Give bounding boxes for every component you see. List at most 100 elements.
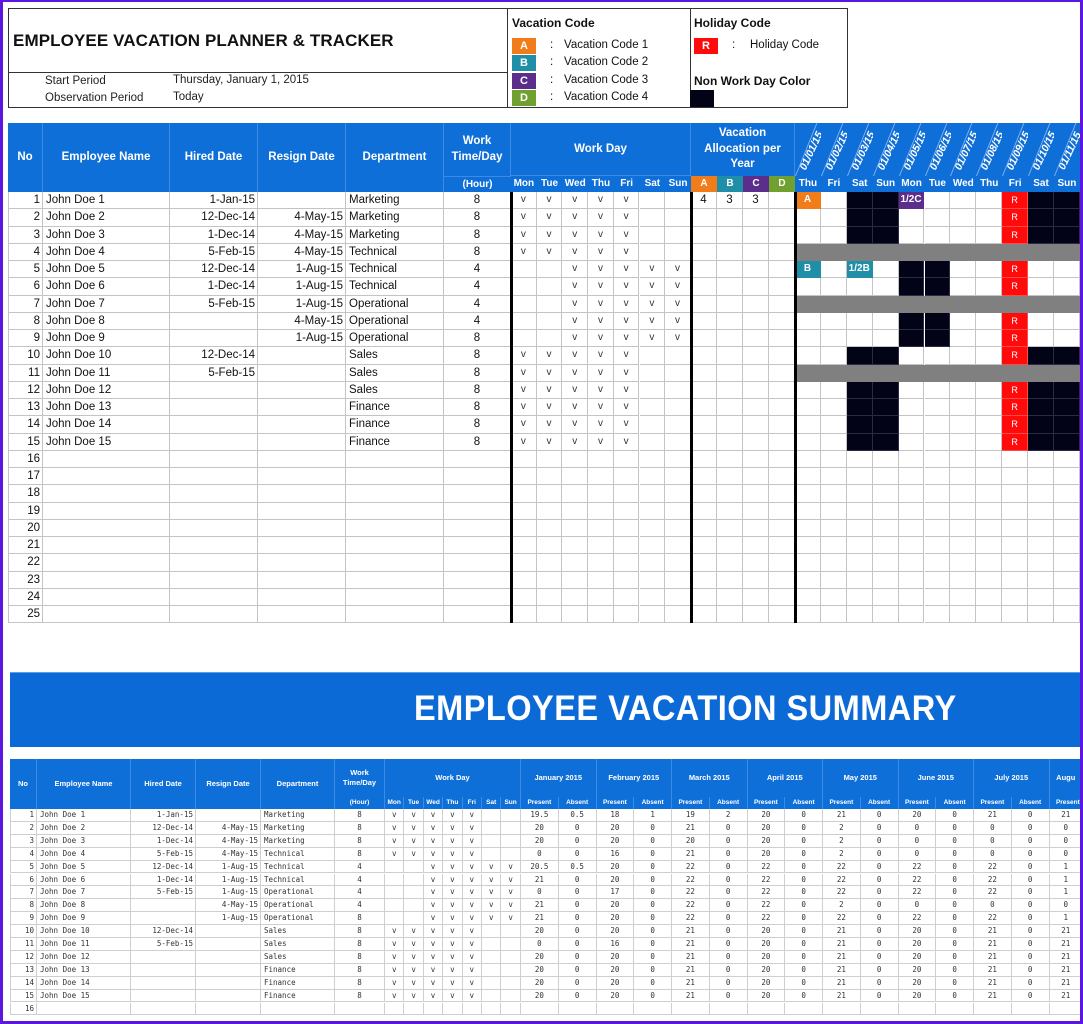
- present-cell[interactable]: 20: [521, 976, 559, 990]
- resign-date-cell[interactable]: 4-May-15: [258, 243, 346, 261]
- workday-check-cell[interactable]: [639, 519, 666, 537]
- calendar-cell[interactable]: [1028, 468, 1054, 486]
- workday-check-cell[interactable]: [511, 571, 537, 589]
- allocation-cell[interactable]: [717, 399, 743, 417]
- summary-dept-cell[interactable]: Technical: [261, 847, 335, 861]
- present-cell[interactable]: 21: [823, 938, 861, 951]
- resign-date-cell[interactable]: [258, 485, 346, 503]
- row-number[interactable]: 10: [8, 347, 43, 365]
- summary-workday-cell[interactable]: [501, 989, 521, 1003]
- workday-check-cell[interactable]: [613, 588, 640, 606]
- workday-check-cell[interactable]: [562, 606, 589, 624]
- workday-check-cell[interactable]: v: [613, 261, 640, 279]
- nonwork-day-cell[interactable]: [1028, 381, 1054, 399]
- nonwork-day-cell[interactable]: [1054, 416, 1080, 434]
- workday-check-cell[interactable]: v: [536, 192, 563, 210]
- absent-cell[interactable]: 0: [634, 834, 672, 848]
- summary-workday-cell[interactable]: v: [443, 834, 463, 848]
- row-number[interactable]: 19: [8, 502, 43, 520]
- allocation-cell[interactable]: [691, 226, 717, 244]
- hired-date-cell[interactable]: [170, 381, 258, 399]
- calendar-cell[interactable]: [1028, 485, 1054, 503]
- present-cell[interactable]: 22: [747, 886, 786, 900]
- holiday-cell[interactable]: R: [1002, 381, 1029, 399]
- present-cell[interactable]: 0: [521, 886, 559, 900]
- absent-cell[interactable]: 0: [860, 912, 899, 926]
- present-cell[interactable]: 0: [521, 938, 559, 951]
- employee-name-cell[interactable]: John Doe 7: [43, 295, 170, 313]
- summary-workday-cell[interactable]: v: [462, 899, 482, 913]
- workday-check-cell[interactable]: [562, 485, 589, 503]
- present-cell[interactable]: 1: [1049, 860, 1083, 874]
- workday-check-cell[interactable]: v: [511, 399, 537, 417]
- calendar-cell[interactable]: [872, 554, 899, 572]
- holiday-cell[interactable]: R: [1002, 209, 1029, 227]
- calendar-cell[interactable]: [795, 209, 821, 227]
- summary-resign-cell[interactable]: [196, 989, 261, 1003]
- summary-workday-cell[interactable]: v: [423, 950, 444, 964]
- present-cell[interactable]: 21: [974, 976, 1012, 990]
- workday-check-cell[interactable]: v: [588, 312, 614, 330]
- present-cell[interactable]: 0: [1049, 834, 1083, 848]
- absent-cell[interactable]: 0: [558, 989, 597, 1003]
- employee-name-cell[interactable]: [43, 554, 170, 572]
- calendar-cell[interactable]: [872, 278, 899, 296]
- summary-row-number[interactable]: 4: [10, 847, 37, 861]
- summary-workday-cell[interactable]: [404, 873, 424, 887]
- hired-date-cell[interactable]: 12-Dec-14: [170, 209, 258, 227]
- calendar-cell[interactable]: [1028, 450, 1054, 468]
- department-cell[interactable]: Marketing: [346, 209, 444, 227]
- summary-name-cell[interactable]: John Doe 9: [37, 912, 131, 926]
- allocation-cell[interactable]: [743, 295, 769, 313]
- absent-cell[interactable]: 0: [634, 976, 672, 990]
- nonwork-day-cell[interactable]: [846, 192, 873, 210]
- summary-workday-cell[interactable]: v: [462, 976, 482, 990]
- workday-check-cell[interactable]: [639, 209, 666, 227]
- present-cell[interactable]: 21: [823, 925, 861, 938]
- present-cell[interactable]: [1049, 1002, 1083, 1016]
- resign-date-cell[interactable]: [258, 502, 346, 520]
- absent-cell[interactable]: 0: [860, 976, 899, 990]
- calendar-cell[interactable]: [976, 261, 1003, 279]
- workday-check-cell[interactable]: [511, 295, 537, 313]
- calendar-cell[interactable]: [976, 502, 1003, 520]
- summary-workday-cell[interactable]: [404, 912, 424, 926]
- calendar-cell[interactable]: [795, 312, 821, 330]
- allocation-cell[interactable]: [743, 347, 769, 365]
- calendar-cell[interactable]: [846, 485, 873, 503]
- summary-dept-cell[interactable]: Finance: [261, 976, 335, 990]
- row-number[interactable]: 15: [8, 433, 43, 451]
- calendar-cell[interactable]: [1054, 312, 1080, 330]
- nonwork-day-cell[interactable]: [846, 381, 873, 399]
- absent-cell[interactable]: 0: [558, 873, 597, 887]
- workday-check-cell[interactable]: v: [613, 278, 640, 296]
- nonwork-day-cell[interactable]: [872, 226, 899, 244]
- calendar-cell[interactable]: [1028, 588, 1054, 606]
- summary-name-cell[interactable]: John Doe 13: [37, 963, 131, 977]
- calendar-cell[interactable]: [820, 606, 847, 624]
- workday-check-cell[interactable]: [536, 502, 563, 520]
- calendar-cell[interactable]: [924, 433, 951, 451]
- absent-cell[interactable]: [936, 1002, 974, 1016]
- summary-hours-cell[interactable]: 8: [335, 950, 385, 964]
- summary-workday-cell[interactable]: v: [462, 834, 482, 848]
- allocation-cell[interactable]: [691, 330, 717, 348]
- allocation-cell[interactable]: [769, 243, 795, 261]
- summary-workday-cell[interactable]: v: [404, 847, 424, 861]
- calendar-cell[interactable]: [820, 330, 847, 348]
- allocation-cell[interactable]: [717, 226, 743, 244]
- summary-workday-cell[interactable]: v: [443, 925, 463, 938]
- workday-check-cell[interactable]: v: [511, 416, 537, 434]
- allocation-cell[interactable]: [691, 502, 717, 520]
- present-cell[interactable]: 19.5: [521, 809, 559, 822]
- workday-check-cell[interactable]: [511, 468, 537, 486]
- employee-name-cell[interactable]: [43, 588, 170, 606]
- calendar-cell[interactable]: [820, 399, 847, 417]
- absent-cell[interactable]: [785, 1002, 823, 1016]
- allocation-cell[interactable]: [717, 243, 743, 261]
- absent-cell[interactable]: 0: [709, 899, 748, 913]
- workday-check-cell[interactable]: [562, 554, 589, 572]
- absent-cell[interactable]: 0: [634, 899, 672, 913]
- summary-hired-cell[interactable]: [131, 963, 196, 977]
- summary-workday-cell[interactable]: [501, 938, 521, 951]
